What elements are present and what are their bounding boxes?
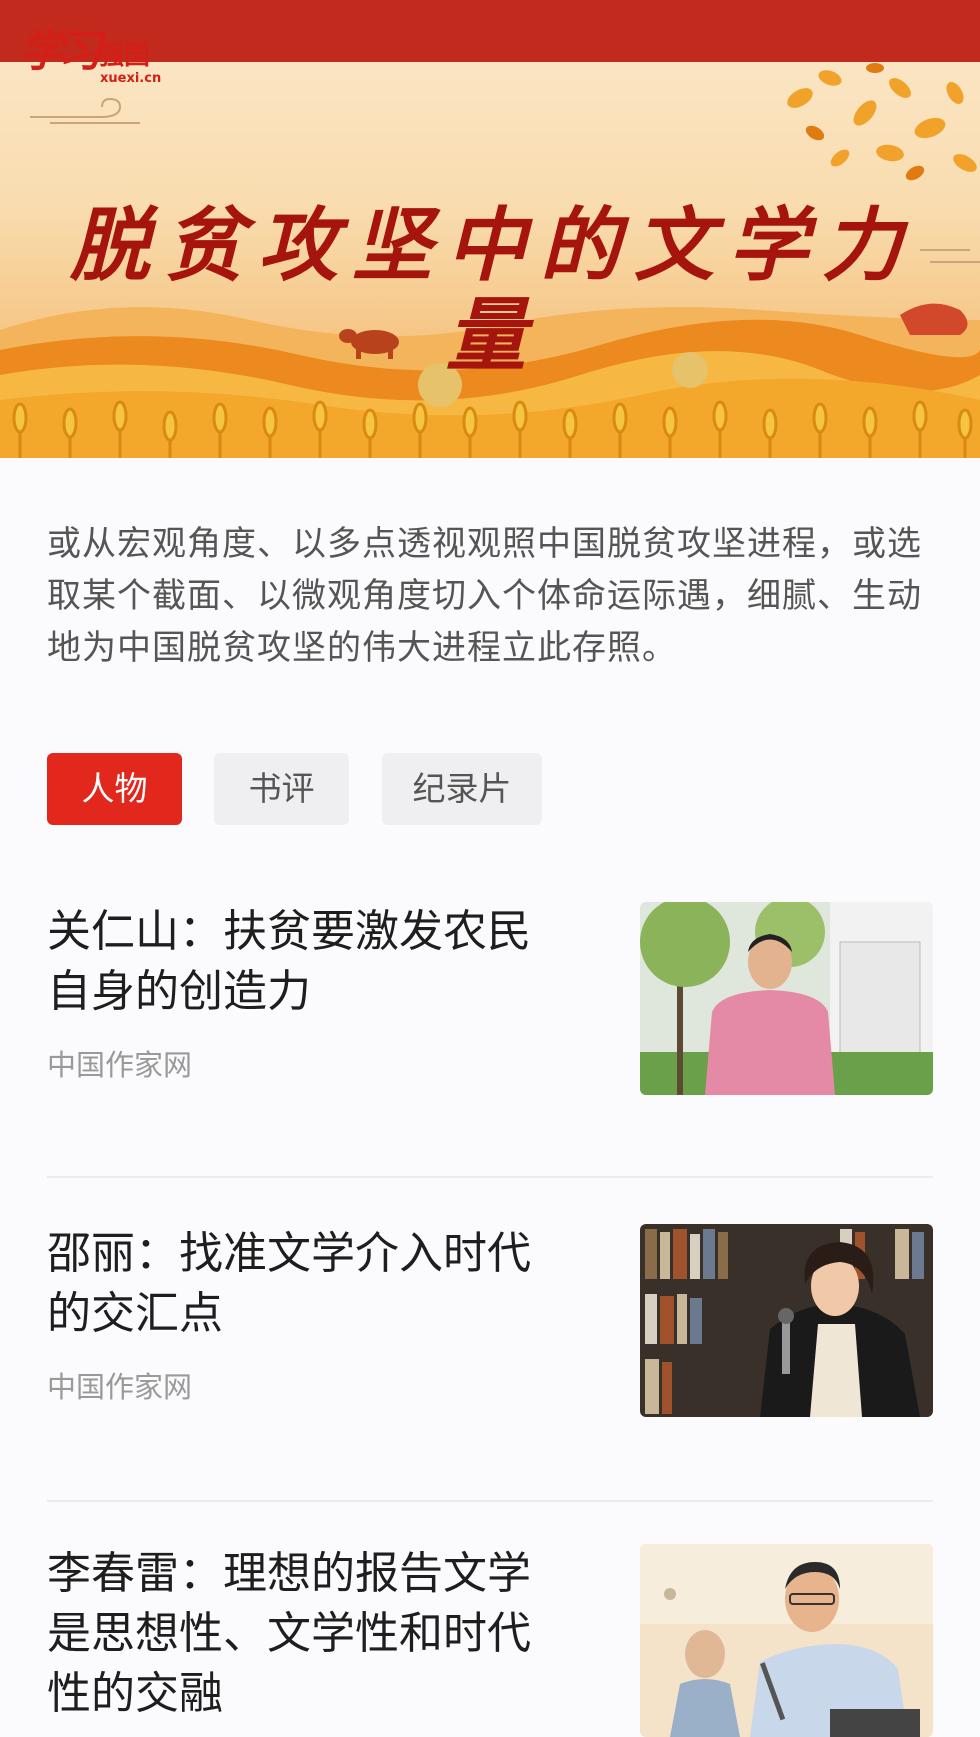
- article-item[interactable]: 李春雷：理想的报告文学是思想性、文学性和时代性的交融: [47, 1544, 933, 1737]
- article-item[interactable]: 关仁山：扶贫要激发农民自身的创造力 中国作家网: [47, 902, 933, 1102]
- portrait-photo-icon: [640, 1544, 933, 1737]
- header-banner: 学习 强国 xuexi.cn 脱贫攻坚中的文学力量: [0, 0, 980, 458]
- article-item[interactable]: 邵丽：找准文学介入时代的交汇点 中国作家网: [47, 1224, 933, 1424]
- cloud-decoration: [920, 249, 980, 263]
- divider: [47, 1500, 933, 1502]
- logo-mark: 学习: [20, 26, 102, 77]
- autumn-leaves-decoration: [787, 63, 977, 181]
- cloud-decoration: [30, 97, 140, 124]
- article-title[interactable]: 关仁山：扶贫要激发农民自身的创造力: [47, 902, 567, 1022]
- article-thumbnail[interactable]: [640, 1224, 933, 1417]
- topic-description: 或从宏观角度、以多点透视观照中国脱贫攻坚进程，或选取某个截面、以微观角度切入个体…: [47, 524, 922, 668]
- portrait-photo-icon: [640, 902, 933, 1095]
- xuexi-logo[interactable]: 学习 强国 xuexi.cn: [20, 24, 162, 90]
- article-source: 中国作家网: [47, 1048, 193, 1082]
- article-thumbnail[interactable]: [640, 902, 933, 1095]
- logo-domain: xuexi.cn: [100, 71, 162, 86]
- tab-book-review[interactable]: 书评: [214, 753, 349, 825]
- tab-people[interactable]: 人物: [47, 753, 182, 825]
- article-title[interactable]: 邵丽：找准文学介入时代的交汇点: [47, 1224, 567, 1344]
- banner-title: 脱贫攻坚中的文学力量: [70, 198, 916, 382]
- divider: [47, 1176, 933, 1178]
- article-title[interactable]: 李春雷：理想的报告文学是思想性、文学性和时代性的交融: [47, 1544, 567, 1724]
- portrait-photo-icon: [640, 1224, 933, 1417]
- article-thumbnail[interactable]: [640, 1544, 933, 1737]
- logo-wordmark: 强国: [98, 41, 151, 71]
- article-source: 中国作家网: [47, 1370, 193, 1404]
- tab-documentary[interactable]: 纪录片: [382, 753, 542, 825]
